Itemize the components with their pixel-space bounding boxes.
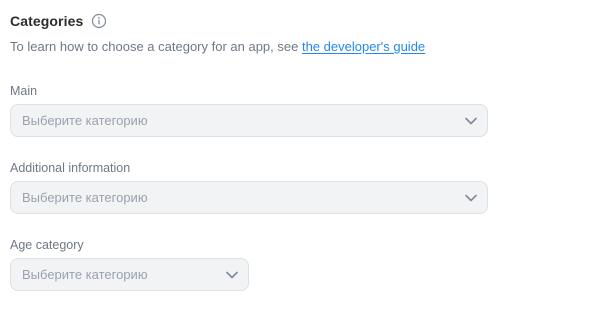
age-category-placeholder: Выберите категорию: [22, 267, 148, 282]
info-icon[interactable]: [91, 13, 107, 29]
description-text: To learn how to choose a category for an…: [10, 39, 302, 54]
main-category-label: Main: [10, 84, 38, 98]
chevron-down-icon: [465, 117, 477, 125]
main-category-placeholder: Выберите категорию: [22, 113, 148, 128]
categories-panel: Categories To learn how to choose a cate…: [0, 0, 601, 311]
age-category-label: Age category: [10, 238, 84, 252]
developer-guide-link[interactable]: the developer's guide: [302, 39, 425, 54]
section-title: Categories: [10, 13, 84, 29]
additional-category-placeholder: Выберите категорию: [22, 190, 148, 205]
additional-category-select[interactable]: Выберите категорию: [10, 181, 488, 214]
main-category-select[interactable]: Выберите категорию: [10, 104, 488, 137]
section-header: Categories: [10, 13, 107, 29]
additional-category-label: Additional information: [10, 161, 131, 175]
age-category-select[interactable]: Выберите категорию: [10, 258, 249, 291]
section-description: To learn how to choose a category for an…: [10, 39, 425, 54]
chevron-down-icon: [465, 194, 477, 202]
chevron-down-icon: [226, 271, 238, 279]
